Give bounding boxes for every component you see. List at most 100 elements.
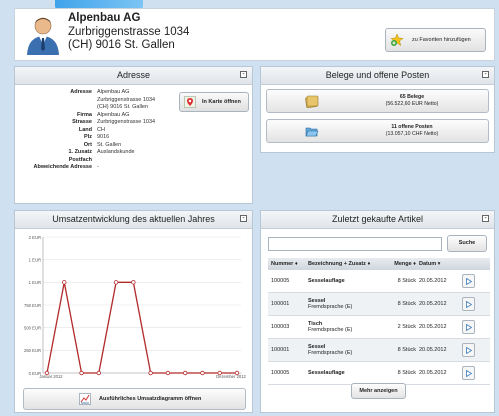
cell-menge: 8 Stück (397, 301, 416, 307)
address-row: Postfach (15, 157, 175, 165)
company-street: Zurbriggenstrasse 1034 (68, 25, 190, 38)
search-button[interactable]: Suche (447, 235, 487, 252)
field-value: Zurbriggenstrasse 1034 (97, 96, 156, 103)
revenue-panel: Umsatzentwicklung des aktuellen Jahres -… (14, 210, 253, 413)
add-to-favorites-button[interactable]: zu Favoriten hinzufügen (385, 28, 486, 52)
play-arrow-icon (465, 323, 472, 331)
documents-count: 65 Belege (399, 94, 425, 100)
data-point (62, 280, 67, 285)
minimize-icon[interactable]: - (240, 71, 247, 78)
cell-bezeichnung: Sesselauflage (308, 370, 379, 376)
open-article-button[interactable] (462, 343, 475, 357)
field-label: Adresse (70, 89, 92, 95)
data-point (217, 370, 222, 376)
cell-datum: 20.05.2012 (419, 278, 447, 284)
map-pin-icon (184, 96, 196, 108)
revenue-panel-header: Umsatzentwicklung des aktuellen Jahres - (15, 211, 252, 229)
address-panel-header: Adresse - (15, 67, 252, 85)
play-arrow-icon (465, 277, 472, 285)
cell-menge: 2 Stück (397, 324, 416, 330)
field-value: (CH) 9016 St. Gallen (97, 104, 149, 110)
cell-nummer: 100001 (271, 301, 290, 307)
cell-bezeichnung-zusatz: Fremdsprache (E) (308, 350, 353, 356)
user-avatar-icon (27, 17, 59, 55)
data-point (182, 370, 188, 376)
y-tick-label: 750 EUR (24, 303, 41, 308)
open-article-button[interactable] (462, 320, 475, 334)
open-article-button[interactable] (462, 297, 475, 311)
address-row: Strasse Zurbriggenstrasse 1034 (15, 119, 175, 127)
play-arrow-icon (465, 369, 472, 377)
table-row[interactable]: 100003 Tisch Fremdsprache (E) 2 Stück 20.05.… (268, 316, 490, 339)
minimize-icon[interactable]: - (482, 215, 489, 222)
cell-menge: 8 Stück (397, 370, 416, 376)
column-header-nummer[interactable]: Nummer ♦ (268, 258, 308, 270)
data-point (113, 280, 119, 285)
cell-datum: 20.05.2012 (419, 301, 447, 307)
open-items-button[interactable]: 11 offene Posten (13.057,10 CHF Netto) (266, 119, 489, 143)
revenue-line-chart: 0 EUR250 EUR500 EUR750 EUR1 EUR1 EUR2 EU… (24, 235, 247, 379)
chart-icon (79, 393, 91, 405)
cell-menge: 8 Stück (397, 347, 416, 353)
open-map-button[interactable]: In Karte öffnen (179, 92, 249, 112)
cell-nummer: 100001 (271, 347, 290, 353)
field-label: Firma (77, 111, 92, 118)
article-search-input[interactable] (268, 237, 442, 251)
cell-bezeichnung-name: Sesselauflage (308, 278, 345, 284)
field-value: CH (97, 126, 105, 133)
minimize-icon[interactable]: - (482, 71, 489, 78)
address-row: Firma Alpenbau AG (15, 112, 175, 120)
data-point (96, 370, 102, 376)
y-tick-label: 1 EUR (29, 257, 41, 262)
address-panel: Adresse - Adresse Alpenbau AG Zurbriggens… (14, 66, 253, 204)
table-row[interactable]: 100005 Sesselauflage 8 Stück 20.05.2012 (268, 270, 490, 293)
cell-nummer: 100005 (271, 370, 290, 376)
address-row: Land CH (15, 127, 175, 135)
table-row[interactable]: 100001 Sessel Fremdsprache (E) 8 Stück 20.05… (268, 339, 490, 362)
star-add-icon (390, 33, 404, 47)
company-city: (CH) 9016 St. Gallen (68, 39, 175, 51)
field-label (15, 104, 97, 112)
y-tick-label: 1 EUR (29, 280, 41, 285)
field-label: 1. Zusatz (68, 149, 92, 155)
revenue-panel-title: Umsatzentwicklung des aktuellen Jahres (52, 214, 215, 224)
data-point (234, 370, 240, 376)
cell-menge: 8 Stück (397, 278, 416, 284)
play-arrow-icon (465, 300, 472, 308)
cell-bezeichnung-zusatz: Fremdsprache (E) (308, 327, 353, 333)
documents-panel-title: Belege und offene Posten (325, 70, 430, 80)
documents-button[interactable]: 65 Belege (56.522,60 EUR Netto) (266, 89, 489, 113)
address-row: Ort St. Gallen (15, 142, 175, 150)
show-more-button[interactable]: Mehr anzeigen (351, 383, 406, 399)
recent-articles-panel: Zuletzt gekaufte Artikel - Suche Nummer … (260, 210, 495, 413)
add-to-favorites-label: zu Favoriten hinzufügen (412, 37, 471, 43)
cell-bezeichnung-name: Sesselauflage (308, 370, 345, 376)
column-header-datum[interactable]: Datum ▾ (419, 258, 462, 270)
field-value: Alpenbau AG (97, 111, 130, 118)
data-point (200, 370, 205, 376)
column-header-bezeichnung[interactable]: Bezeichnung + Zusatz ♦ (308, 258, 379, 270)
open-article-button[interactable] (462, 274, 475, 288)
field-value: 9016 (97, 134, 110, 140)
customer-header: Alpenbau AG Zurbriggenstrasse 1034 (CH) … (14, 8, 495, 61)
data-point (165, 370, 171, 376)
data-point (131, 280, 136, 285)
y-tick-label: 500 EUR (24, 325, 41, 330)
column-header-menge[interactable]: Menge ♦ (379, 258, 419, 270)
field-label: Abweichende Adresse (33, 164, 92, 170)
field-value: St. Gallen (97, 141, 122, 148)
cell-bezeichnung: Tisch Fremdsprache (E) (308, 321, 379, 333)
table-row[interactable]: 100001 Sessel Fremdsprache (E) 8 Stück 20.05… (268, 293, 490, 316)
open-map-label: In Karte öffnen (202, 99, 241, 105)
open-revenue-chart-button[interactable]: Ausführliches Umsatzdiagramm öffnen (23, 388, 246, 410)
open-article-button[interactable] (462, 366, 475, 380)
cell-bezeichnung: Sessel Fremdsprache (E) (308, 298, 379, 310)
open-folder-icon (305, 127, 319, 137)
minimize-icon[interactable]: - (240, 215, 247, 222)
cell-bezeichnung: Sesselauflage (308, 278, 379, 284)
play-arrow-icon (465, 346, 472, 354)
field-value (97, 157, 175, 165)
field-value: - (97, 164, 99, 170)
table-row[interactable]: 100005 Sesselauflage 8 Stück 20.05.2012 (268, 362, 490, 385)
address-row: Adresse Alpenbau AG (15, 89, 175, 97)
